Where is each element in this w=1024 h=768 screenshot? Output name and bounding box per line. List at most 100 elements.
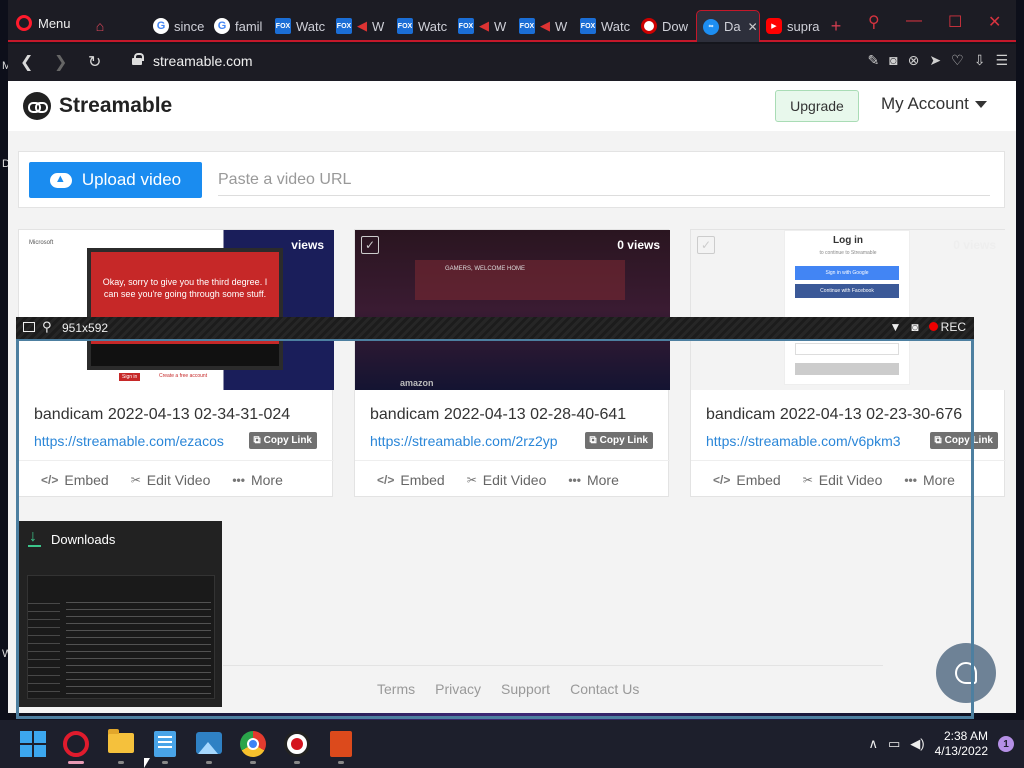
notification-badge[interactable]: 1 xyxy=(998,736,1014,752)
embed-label: Embed xyxy=(400,471,445,488)
tab-google-since[interactable]: Gsince xyxy=(147,10,208,42)
network-icon[interactable]: ▭ xyxy=(888,736,900,752)
select-checkbox[interactable]: ✓ xyxy=(361,236,379,254)
opera-menu-button[interactable]: Menu xyxy=(16,13,71,33)
explorer-file-list xyxy=(66,596,211,696)
tab-youtube[interactable]: ▶ supra xyxy=(760,10,821,42)
speaker-icon[interactable]: ◀ xyxy=(540,18,550,34)
video-link[interactable]: https://streamable.com/v6pkm3 xyxy=(706,433,901,449)
forward-arrow-icon[interactable]: ❯ xyxy=(54,52,67,72)
maximize-button[interactable]: ☐ xyxy=(948,12,962,32)
heart-icon[interactable]: ♡ xyxy=(951,52,964,69)
back-arrow-icon[interactable]: ❮ xyxy=(20,52,33,72)
footer-divider xyxy=(223,665,883,666)
close-window-button[interactable]: ✕ xyxy=(988,12,1001,32)
close-tab-icon[interactable]: ✕ xyxy=(748,20,758,34)
tab-label: W xyxy=(555,18,568,34)
copy-link-button[interactable]: ⧉ Copy Link xyxy=(929,432,998,449)
file-explorer-icon[interactable] xyxy=(108,729,134,753)
more-button[interactable]: ••• More xyxy=(568,472,619,488)
video-thumbnail[interactable]: Microsoft Okay, sorry to give you the th… xyxy=(19,230,334,390)
copy-link-button[interactable]: ⧉ Copy Link xyxy=(584,432,653,449)
support-link[interactable]: Support xyxy=(501,681,550,697)
dropdown-icon[interactable]: ▼ xyxy=(890,320,902,334)
opera-taskbar-icon[interactable] xyxy=(63,731,89,757)
privacy-link[interactable]: Privacy xyxy=(435,681,481,697)
edit-video-button[interactable]: ✂ Edit Video xyxy=(803,472,883,488)
terms-link[interactable]: Terms xyxy=(377,681,415,697)
search-tabs-icon[interactable]: ⚲ xyxy=(868,12,880,32)
record-button[interactable]: REC xyxy=(928,320,966,334)
my-account-menu[interactable]: My Account xyxy=(881,94,987,114)
logo-text: Streamable xyxy=(59,94,173,117)
edit-video-button[interactable]: ✂ Edit Video xyxy=(467,472,547,488)
new-tab-button[interactable]: + xyxy=(821,10,851,42)
video-title[interactable]: bandicam 2022-04-13 02-28-40-641 xyxy=(370,406,626,424)
edit-icon[interactable]: ✎ xyxy=(867,52,879,69)
tab-game[interactable]: ⌂ xyxy=(86,10,147,42)
embed-button[interactable]: </> Embed xyxy=(713,472,781,488)
reload-icon[interactable]: ↻ xyxy=(88,52,101,72)
tab-fox-3[interactable]: FOX Watc xyxy=(391,10,452,42)
chat-support-button[interactable] xyxy=(936,643,996,703)
download-icon[interactable]: ⇩ xyxy=(974,52,986,69)
copy-link-button[interactable]: ⧉ Copy Link xyxy=(248,432,317,449)
clock[interactable]: 2:38 AM 4/13/2022 xyxy=(935,729,988,759)
downloads-preview-panel[interactable]: Downloads xyxy=(19,521,222,707)
more-button[interactable]: ••• More xyxy=(232,472,283,488)
contact-us-link[interactable]: Contact Us xyxy=(570,681,639,697)
upload-video-button[interactable]: Upload video xyxy=(29,162,202,198)
photos-icon[interactable] xyxy=(196,732,222,754)
camera-icon[interactable]: ◙ xyxy=(889,52,897,69)
thumb-dialog: Okay, sorry to give you the third degree… xyxy=(87,248,283,370)
running-indicator xyxy=(206,761,212,764)
more-button[interactable]: ••• More xyxy=(904,472,955,488)
edit-video-button[interactable]: ✂ Edit Video xyxy=(131,472,211,488)
settings-icon[interactable]: ☰ xyxy=(995,52,1008,69)
tab-fox-6[interactable]: FOX Watc xyxy=(574,10,635,42)
video-link[interactable]: https://streamable.com/ezacos xyxy=(34,433,224,449)
video-title[interactable]: bandicam 2022-04-13 02-23-30-676 xyxy=(706,406,962,424)
video-thumbnail[interactable]: GAMERS, WELCOME HOME amazon ✓ 0 views xyxy=(355,230,670,390)
upload-label: Upload video xyxy=(81,170,182,189)
url-field[interactable]: streamable.com xyxy=(153,53,253,69)
thumb-login-box: Log in to continue to Streamable Sign in… xyxy=(784,230,910,385)
video-title[interactable]: bandicam 2022-04-13 02-34-31-024 xyxy=(34,406,290,424)
bandicam-icon[interactable] xyxy=(284,731,310,757)
video-thumbnail[interactable]: Log in to continue to Streamable Sign in… xyxy=(691,230,1006,390)
tab-downloads[interactable]: Dow xyxy=(635,10,696,42)
tab-streamable-active[interactable]: ∞ Da ✕ xyxy=(696,10,760,42)
tab-label: W xyxy=(494,18,507,34)
tab-fox-2[interactable]: FOX ◀ W xyxy=(330,10,391,42)
tab-fox-5[interactable]: FOX ◀ W xyxy=(513,10,574,42)
select-checkbox[interactable]: ✓ xyxy=(697,236,715,254)
volume-icon[interactable]: ◀) xyxy=(910,736,924,752)
speaker-icon[interactable]: ◀ xyxy=(479,18,489,34)
tab-fox-4[interactable]: FOX ◀ W xyxy=(452,10,513,42)
start-button[interactable] xyxy=(20,731,46,757)
window-mode-icon[interactable] xyxy=(23,322,35,332)
office-icon[interactable] xyxy=(330,731,352,757)
video-link[interactable]: https://streamable.com/2rz2yp xyxy=(370,433,558,449)
camera-icon[interactable]: ◙ xyxy=(911,320,918,334)
streamable-logo[interactable]: Streamable xyxy=(23,92,172,120)
block-icon[interactable]: ⊗ xyxy=(908,52,920,69)
magnifier-icon[interactable]: ⚲ xyxy=(42,319,52,335)
tab-strip: ⌂ Gsince Gfamil FOX Watc FOX ◀ W FOX Watc FO… xyxy=(86,10,851,42)
chevron-up-icon[interactable]: ∧ xyxy=(868,736,878,752)
chrome-icon[interactable] xyxy=(240,731,266,757)
menu-label: Menu xyxy=(38,15,71,31)
notepad-icon[interactable] xyxy=(154,731,176,757)
ellipsis-icon: ••• xyxy=(904,472,917,487)
embed-button[interactable]: </> Embed xyxy=(41,472,109,488)
send-icon[interactable]: ➤ xyxy=(929,52,941,69)
minimize-button[interactable]: — xyxy=(906,12,922,30)
tab-google-famil[interactable]: Gfamil xyxy=(208,10,269,42)
tab-fox-1[interactable]: FOX Watc xyxy=(269,10,330,42)
muted-speaker-icon[interactable]: ◀ xyxy=(357,18,367,34)
upgrade-button[interactable]: Upgrade xyxy=(775,90,859,122)
embed-button[interactable]: </> Embed xyxy=(377,472,445,488)
more-label: More xyxy=(586,471,619,488)
thumb-login-button xyxy=(795,363,899,375)
video-url-input[interactable] xyxy=(218,164,990,196)
